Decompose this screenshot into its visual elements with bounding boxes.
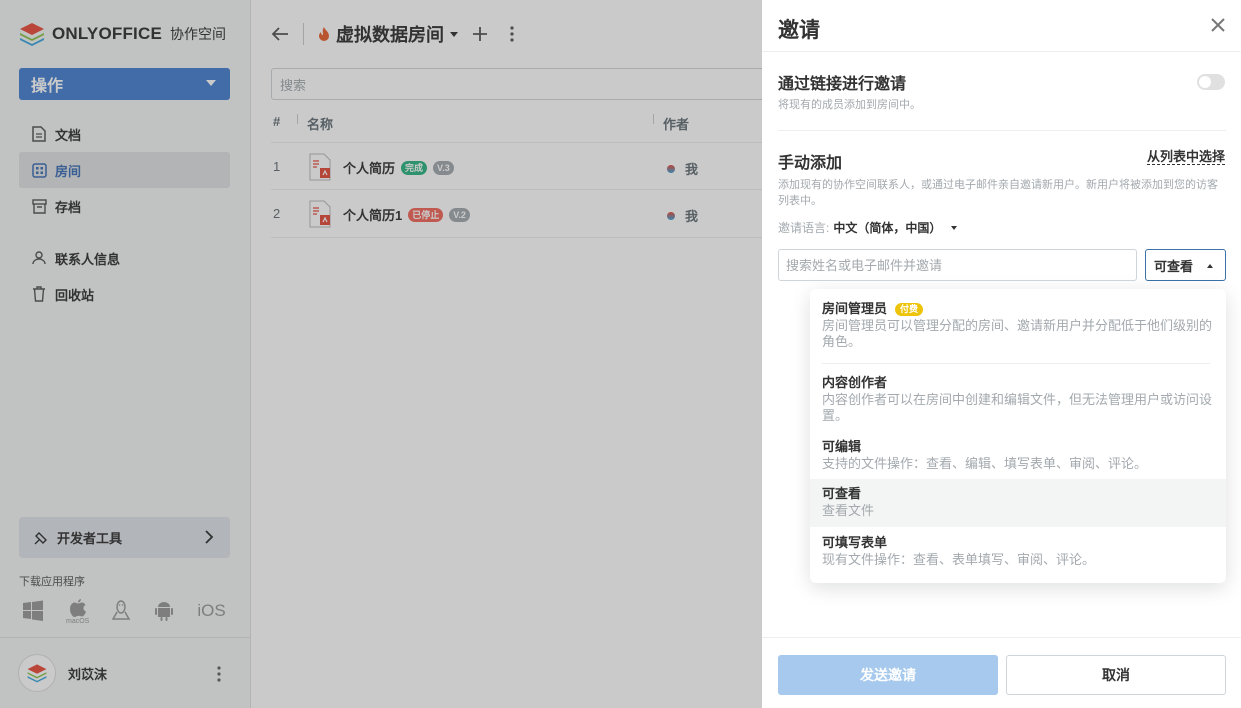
cancel-button[interactable]: 取消 — [1006, 655, 1226, 695]
role-name-text: 房间管理员 — [822, 301, 888, 316]
panel-footer: 发送邀请 取消 — [762, 637, 1241, 708]
invite-language: 邀请语言: 中文（简体，中国） — [778, 219, 958, 236]
send-invitation-button[interactable]: 发送邀请 — [778, 655, 998, 695]
caret-up-icon — [1207, 264, 1213, 268]
invite-link-description: 将现有的成员添加到房间中。 — [778, 99, 921, 111]
role-option-name: 可查看 — [822, 486, 862, 501]
role-option-description: 支持的文件操作：查看、编辑、填写表单、审阅、评论。 — [822, 456, 1148, 471]
role-option-room-admin[interactable]: 房间管理员 付费 房间管理员可以管理分配的房间、邀请新用户并分配低于他们级别的角… — [810, 297, 1226, 354]
role-option-content-creator[interactable]: 内容创作者 内容创作者可以在房间中创建和编辑文件，但无法管理用户或访问设置。 — [810, 371, 1226, 428]
role-option-description: 现有文件操作：查看、表单填写、审阅、评论。 — [822, 552, 1096, 567]
paid-badge: 付费 — [895, 302, 924, 316]
modal-backdrop[interactable] — [0, 0, 762, 708]
caret-down-icon[interactable] — [951, 225, 958, 230]
manual-add-title: 手动添加 — [778, 155, 843, 172]
panel-header: 邀请 — [762, 0, 1241, 52]
role-option-description: 内容创作者可以在房间中创建和编辑文件，但无法管理用户或访问设置。 — [822, 392, 1213, 423]
role-option-form-filler[interactable]: 可填写表单 现有文件操作：查看、表单填写、审阅、评论。 — [810, 531, 1226, 572]
invite-link-title: 通过链接进行邀请 — [778, 76, 907, 93]
dropdown-divider — [822, 363, 1210, 364]
role-option-editor[interactable]: 可编辑 支持的文件操作：查看、编辑、填写表单、审阅、评论。 — [810, 435, 1226, 476]
invite-panel: 邀请 通过链接进行邀请 将现有的成员添加到房间中。 手动添加 从列表中选择 添加… — [762, 0, 1241, 708]
invite-link-toggle[interactable] — [1197, 74, 1225, 90]
manual-add-description: 添加现有的协作空间联系人，或通过电子邮件亲自邀请新用户。新用户将被添加到您的访客… — [778, 179, 1218, 207]
role-option-name: 内容创作者 — [822, 375, 888, 390]
role-dropdown: 房间管理员 付费 房间管理员可以管理分配的房间、邀请新用户并分配低于他们级别的角… — [810, 289, 1226, 583]
panel-title: 邀请 — [778, 19, 820, 42]
choose-from-list-link[interactable]: 从列表中选择 — [1146, 150, 1225, 165]
role-option-name: 可编辑 — [822, 439, 862, 454]
invite-search-input[interactable] — [778, 249, 1137, 281]
close-icon[interactable] — [1211, 18, 1225, 32]
role-option-description: 房间管理员可以管理分配的房间、邀请新用户并分配低于他们级别的角色。 — [822, 318, 1213, 349]
role-option-viewer[interactable]: 可查看 查看文件 — [810, 479, 1226, 527]
section-divider — [778, 130, 1226, 131]
invite-language-select[interactable]: 中文（简体，中国） — [833, 219, 941, 236]
role-option-name: 可填写表单 — [822, 535, 888, 550]
role-select[interactable]: 可查看 — [1145, 249, 1226, 281]
role-option-name: 房间管理员 付费 — [822, 301, 1214, 317]
invite-language-label: 邀请语言: — [778, 221, 830, 235]
role-select-value: 可查看 — [1154, 258, 1194, 274]
role-option-description: 查看文件 — [822, 503, 875, 518]
